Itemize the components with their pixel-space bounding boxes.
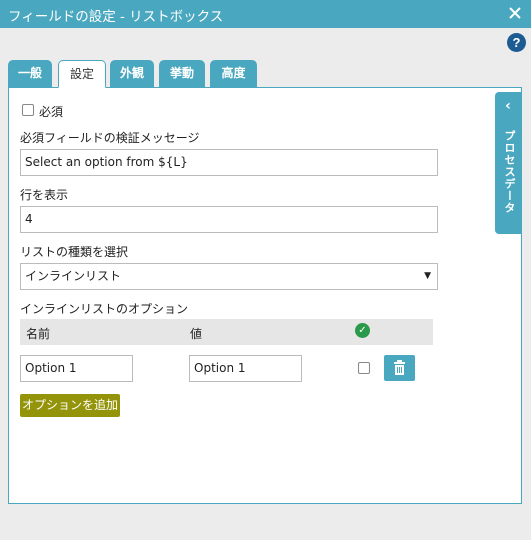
tab-behavior[interactable]: 挙動 [159,60,205,87]
check-circle-icon: ✓ [355,323,370,338]
process-data-tab[interactable]: ‹ プロセスデータ [495,92,521,234]
process-data-label: プロセスデータ [503,130,516,214]
rows-label: 行を表示 [20,188,69,202]
required-checkbox[interactable] [22,104,34,116]
close-icon[interactable] [505,3,525,23]
tab-settings[interactable]: 設定 [58,60,106,88]
rows-input[interactable]: 4 [20,206,438,233]
trash-icon [394,360,405,375]
column-header-name: 名前 [26,327,51,341]
list-type-label: リストの種類を選択 [20,245,129,259]
option-name-input[interactable]: Option 1 [20,355,133,382]
column-header-value: 値 [190,327,203,341]
help-icon[interactable]: ? [507,33,526,52]
add-option-button[interactable]: オプションを追加 [20,394,120,417]
required-label: 必須 [39,105,64,119]
tab-appearance[interactable]: 外観 [110,60,154,87]
tab-advanced[interactable]: 高度 [210,60,257,87]
title-bar: フィールドの設定 - リストボックス [0,0,531,28]
dropdown-arrow-icon: ▼ [424,271,431,281]
list-type-select[interactable]: インラインリスト ▼ [20,263,438,290]
validation-message-input[interactable]: Select an option from ${L} [20,149,438,176]
options-table-header: 名前 値 ✓ [20,319,433,345]
validation-message-label: 必須フィールドの検証メッセージ [20,131,200,145]
window-title: フィールドの設定 - リストボックス [8,9,224,25]
inline-options-label: インラインリストのオプション [20,302,189,316]
option-value-input[interactable]: Option 1 [189,355,302,382]
list-type-value: インラインリスト [25,269,122,283]
settings-panel: 必須 必須フィールドの検証メッセージ Select an option from… [8,87,522,504]
delete-option-button[interactable] [384,355,415,381]
option-default-checkbox[interactable] [358,362,370,374]
chevron-left-icon: ‹ [505,98,511,114]
tab-general[interactable]: 一般 [8,60,52,87]
